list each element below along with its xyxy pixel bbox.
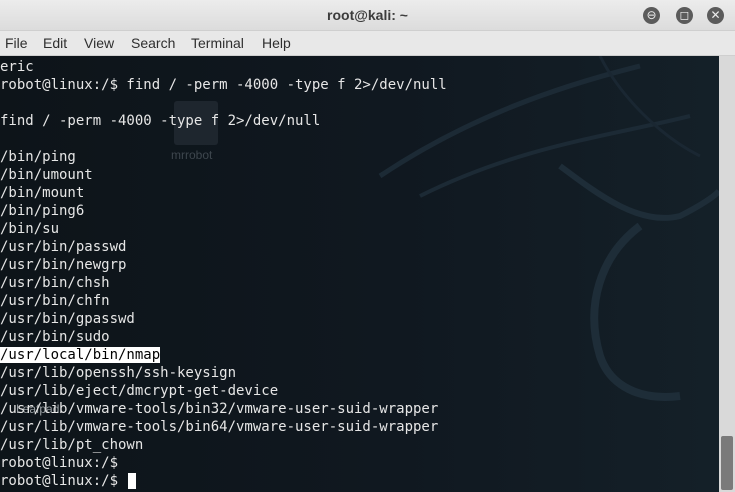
selected-text: /usr/local/bin/nmap xyxy=(0,347,161,363)
title-bar[interactable]: root@kali: ~ ⊖ ◻ ✕ xyxy=(0,0,735,31)
terminal-output: eric robot@linux:/$ find / -perm -4000 -t… xyxy=(0,58,447,490)
terminal-line-text: /usr/lib/openssh/ssh-keysign xyxy=(0,365,237,381)
terminal-line-text: /usr/lib/vmware-tools/bin64/vmware-user-… xyxy=(0,419,439,435)
vertical-scrollbar[interactable] xyxy=(719,56,735,492)
terminal-line-text: /usr/bin/sudo xyxy=(0,329,110,345)
terminal-window: root@kali: ~ ⊖ ◻ ✕ File Edit View Search… xyxy=(0,0,735,492)
terminal-line: /usr/lib/vmware-tools/bin32/vmware-user-… xyxy=(0,400,447,418)
terminal-line-text: /usr/lib/pt_chown xyxy=(0,437,144,453)
text-cursor xyxy=(128,473,137,489)
terminal-line: /usr/bin/chfn xyxy=(0,292,447,310)
terminal-line-text: /usr/bin/passwd xyxy=(0,239,127,255)
terminal-line: /usr/bin/newgrp xyxy=(0,256,447,274)
terminal-line-text: /usr/bin/chsh xyxy=(0,275,110,291)
terminal-line-text: find / -perm -4000 -type f 2>/dev/null xyxy=(0,113,321,129)
close-icon: ✕ xyxy=(710,8,721,22)
terminal-line-text: /usr/lib/eject/dmcrypt-get-device xyxy=(0,383,279,399)
menu-bar: File Edit View Search Terminal Help xyxy=(0,31,735,56)
terminal-line-text: /usr/lib/vmware-tools/bin32/vmware-user-… xyxy=(0,401,439,417)
terminal-line-text: /bin/ping xyxy=(0,149,76,165)
menu-terminal[interactable]: Terminal xyxy=(191,35,244,51)
terminal-line-text: eric xyxy=(0,59,34,75)
terminal-line: /usr/bin/gpasswd xyxy=(0,310,447,328)
terminal-line-text: /usr/bin/gpasswd xyxy=(0,311,135,327)
terminal-line: robot@linux:/$ find / -perm -4000 -type … xyxy=(0,76,447,94)
terminal-line: /usr/bin/chsh xyxy=(0,274,447,292)
terminal-line-text: robot@linux:/$ xyxy=(0,455,119,471)
minimize-icon: ⊖ xyxy=(646,8,657,22)
close-button[interactable]: ✕ xyxy=(707,7,724,24)
terminal-line: /bin/ping6 xyxy=(0,202,447,220)
terminal-line: robot@linux:/$ xyxy=(0,472,447,490)
terminal-line: /usr/bin/sudo xyxy=(0,328,447,346)
terminal-line: /bin/mount xyxy=(0,184,447,202)
maximize-button[interactable]: ◻ xyxy=(676,7,693,24)
terminal-line-text: robot@linux:/$ xyxy=(0,473,127,489)
menu-help[interactable]: Help xyxy=(262,35,291,51)
terminal-line: eric xyxy=(0,58,447,76)
terminal-line: /usr/lib/pt_chown xyxy=(0,436,447,454)
terminal-line-text: /usr/bin/chfn xyxy=(0,293,110,309)
scrollbar-thumb[interactable] xyxy=(721,436,733,490)
terminal-line: /bin/su xyxy=(0,220,447,238)
window-title: root@kali: ~ xyxy=(327,7,408,23)
terminal-line: robot@linux:/$ xyxy=(0,454,447,472)
terminal-line-text: /bin/ping6 xyxy=(0,203,85,219)
menu-file[interactable]: File xyxy=(5,35,28,51)
terminal-line: /usr/lib/eject/dmcrypt-get-device xyxy=(0,382,447,400)
maximize-icon: ◻ xyxy=(679,8,690,22)
terminal-line-text: /bin/umount xyxy=(0,167,93,183)
terminal-line: /usr/lib/openssh/ssh-keysign xyxy=(0,364,447,382)
menu-edit[interactable]: Edit xyxy=(43,35,67,51)
terminal-line: /bin/ping xyxy=(0,148,447,166)
terminal-line: find / -perm -4000 -type f 2>/dev/null xyxy=(0,112,447,130)
minimize-button[interactable]: ⊖ xyxy=(643,7,660,24)
terminal-line-text: /usr/bin/newgrp xyxy=(0,257,127,273)
terminal-line: /usr/local/bin/nmap xyxy=(0,346,447,364)
terminal-line-text: /bin/su xyxy=(0,221,60,237)
menu-search[interactable]: Search xyxy=(131,35,175,51)
menu-view[interactable]: View xyxy=(84,35,114,51)
terminal-area[interactable]: mrrobot Leafpad eric robot@linux:/$ find … xyxy=(0,56,719,492)
terminal-line: /usr/lib/vmware-tools/bin64/vmware-user-… xyxy=(0,418,447,436)
terminal-line-text: robot@linux:/$ find / -perm -4000 -type … xyxy=(0,77,447,93)
terminal-line: /usr/bin/passwd xyxy=(0,238,447,256)
terminal-line: /bin/umount xyxy=(0,166,447,184)
terminal-line-text: /bin/mount xyxy=(0,185,85,201)
